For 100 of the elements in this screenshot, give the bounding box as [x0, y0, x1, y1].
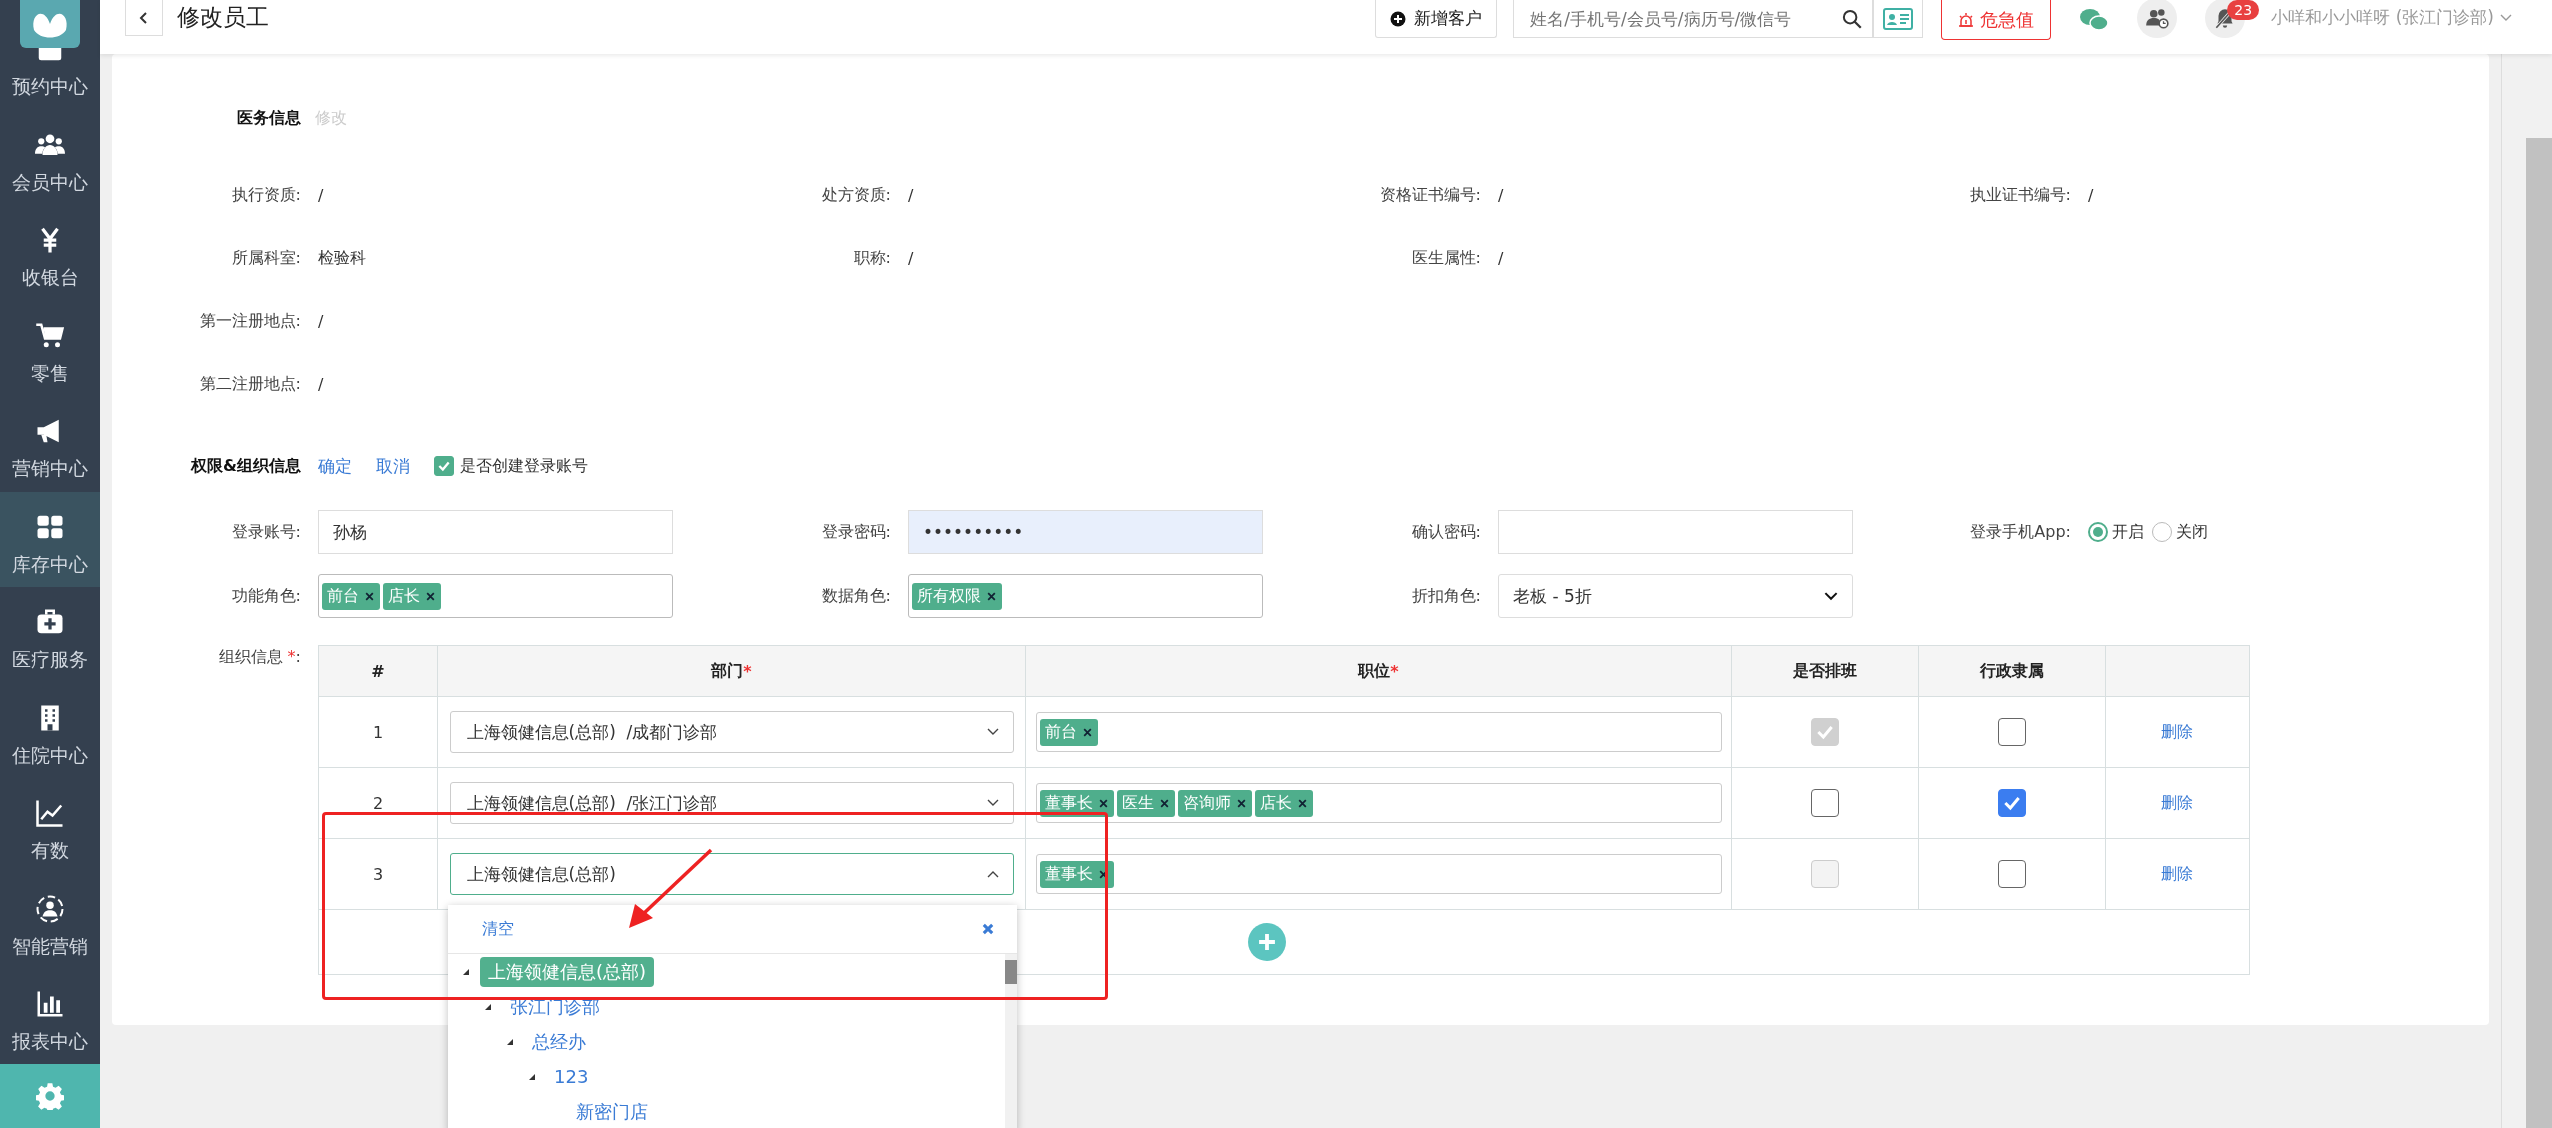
password-field[interactable]	[1498, 510, 1853, 554]
role-tag: 前台	[322, 582, 380, 610]
role-select[interactable]: 前台 店长	[318, 574, 673, 618]
back-button[interactable]	[125, 0, 163, 36]
sidebar-item[interactable]: 营销中心	[0, 396, 100, 492]
close-icon[interactable]	[1296, 797, 1308, 809]
field-label: 医生属性:	[1410, 248, 1482, 269]
checkbox[interactable]	[1998, 718, 2026, 746]
close-icon[interactable]	[1235, 797, 1247, 809]
new-customer-button[interactable]: 新增客户	[1375, 0, 1498, 38]
expand-triangle-icon[interactable]	[484, 1002, 492, 1011]
position-select[interactable]: 董事长	[1035, 854, 1722, 894]
radio-label: 开启	[2112, 521, 2144, 543]
field-label: 功能角色:	[230, 585, 302, 607]
field-value: /	[318, 375, 324, 394]
group-icon[interactable]	[2137, 0, 2178, 38]
alarm-icon	[1958, 11, 1975, 28]
department-select[interactable]: 上海领健信息(总部)	[449, 853, 1014, 895]
tree-item[interactable]: 总经办	[524, 1026, 594, 1057]
cancel-link[interactable]: 取消	[376, 454, 410, 478]
position-tag: 董事长	[1039, 789, 1114, 817]
role-tag: 所有权限	[912, 582, 1002, 610]
chevron-icon	[986, 728, 999, 736]
sidebar-item[interactable]: 有数	[0, 778, 100, 874]
close-icon[interactable]	[425, 590, 436, 602]
scrollbar[interactable]	[2501, 54, 2552, 1128]
search-field[interactable]: 姓名/手机号/会员号/病历号/微信号	[1513, 0, 1874, 38]
tree-item[interactable]: 123	[546, 1063, 597, 1090]
position-tag: 医生	[1116, 789, 1175, 817]
field-value: /	[908, 249, 914, 268]
field-value: /	[2088, 186, 2094, 205]
tree-item[interactable]: 上海领健信息(总部)	[480, 956, 655, 987]
close-icon[interactable]	[1081, 726, 1093, 738]
field-value: /	[908, 186, 914, 205]
close-icon[interactable]	[981, 922, 995, 936]
field-label: 处方资质:	[820, 185, 892, 206]
position-select[interactable]: 董事长 医生 咨询师 店长	[1035, 783, 1722, 823]
sidebar-item[interactable]: 预约中心	[0, 48, 100, 110]
account-field[interactable]: 孙杨	[318, 510, 673, 554]
sidebar-item[interactable]: 收银台	[0, 205, 100, 301]
field-value: /	[1498, 186, 1504, 205]
column-header: 部门*	[438, 646, 1026, 696]
field-label: 确认密码:	[1410, 521, 1482, 543]
clear-link[interactable]: 清空	[482, 918, 514, 940]
radio-button[interactable]	[2088, 522, 2108, 542]
confirm-link[interactable]: 确定	[318, 454, 352, 478]
sidebar-item[interactable]: 医疗服务	[0, 587, 100, 683]
field-label: 登录账号:	[230, 521, 302, 543]
chevron-icon	[986, 870, 999, 878]
chevron-down-icon	[2500, 14, 2512, 22]
tree-item[interactable]: 新密门店	[568, 1096, 656, 1127]
alert-button[interactable]: 危急值	[1941, 0, 2052, 40]
expand-triangle-icon[interactable]	[462, 967, 470, 976]
close-icon[interactable]	[1158, 797, 1170, 809]
user-menu[interactable]: 小咩和小小咩呀 (张江门诊部)	[2271, 0, 2494, 34]
sidebar-item[interactable]: 零售	[0, 300, 100, 396]
column-header: 行政隶属	[1919, 646, 2106, 696]
id-card-button[interactable]	[1873, 0, 1924, 38]
row-number: 3	[319, 839, 438, 909]
sidebar-item[interactable]: 库存中心	[0, 491, 100, 587]
close-icon[interactable]	[364, 590, 375, 602]
password-field[interactable]: ••••••••••	[908, 510, 1263, 554]
sidebar-item[interactable]: 报表中心	[0, 969, 100, 1064]
settings-icon	[36, 1082, 64, 1110]
field-label: 第一注册地点:	[198, 311, 302, 332]
department-select[interactable]: 上海领健信息(总部) /成都门诊部	[449, 711, 1014, 753]
close-icon[interactable]	[986, 590, 997, 602]
close-icon[interactable]	[1097, 797, 1109, 809]
sidebar-item[interactable]: 住院中心	[0, 682, 100, 778]
position-select[interactable]: 前台	[1035, 712, 1722, 752]
field-label: 数据角色:	[820, 585, 892, 607]
discount-select[interactable]: 老板 - 5折	[1498, 574, 1853, 618]
expand-triangle-icon[interactable]	[528, 1072, 536, 1081]
search-icon	[1842, 8, 1863, 29]
row-number: 2	[319, 768, 438, 838]
role-select[interactable]: 所有权限	[908, 574, 1263, 618]
checkbox[interactable]	[434, 456, 454, 476]
sidebar-item[interactable]: 会员中心	[0, 109, 100, 205]
checkbox[interactable]	[1998, 789, 2026, 817]
sidebar-item[interactable]: 智能营销	[0, 873, 100, 969]
field-value: 检验科	[318, 248, 366, 269]
chat-icon[interactable]	[2079, 7, 2110, 33]
column-header: 是否排班	[1732, 646, 1919, 696]
delete-link[interactable]: 删除	[2160, 792, 2193, 814]
field-label: 所属科室:	[230, 248, 302, 269]
scrollbar[interactable]	[1005, 954, 1017, 1128]
department-select[interactable]: 上海领健信息(总部) /张江门诊部	[449, 782, 1014, 824]
position-tag: 店长	[1254, 789, 1313, 817]
expand-triangle-icon[interactable]	[506, 1037, 514, 1046]
checkbox[interactable]	[1811, 789, 1839, 817]
chevron-icon	[986, 799, 999, 807]
logo-icon	[19, 0, 81, 48]
checkbox[interactable]	[1998, 860, 2026, 888]
delete-link[interactable]: 删除	[2160, 863, 2193, 885]
line-chart-icon	[35, 798, 65, 828]
position-tag: 前台	[1039, 718, 1098, 746]
field-value: /	[318, 312, 324, 331]
field-label: 执业证书编号:	[1968, 185, 2072, 206]
field-value: /	[318, 186, 324, 205]
delete-link[interactable]: 删除	[2160, 721, 2193, 743]
